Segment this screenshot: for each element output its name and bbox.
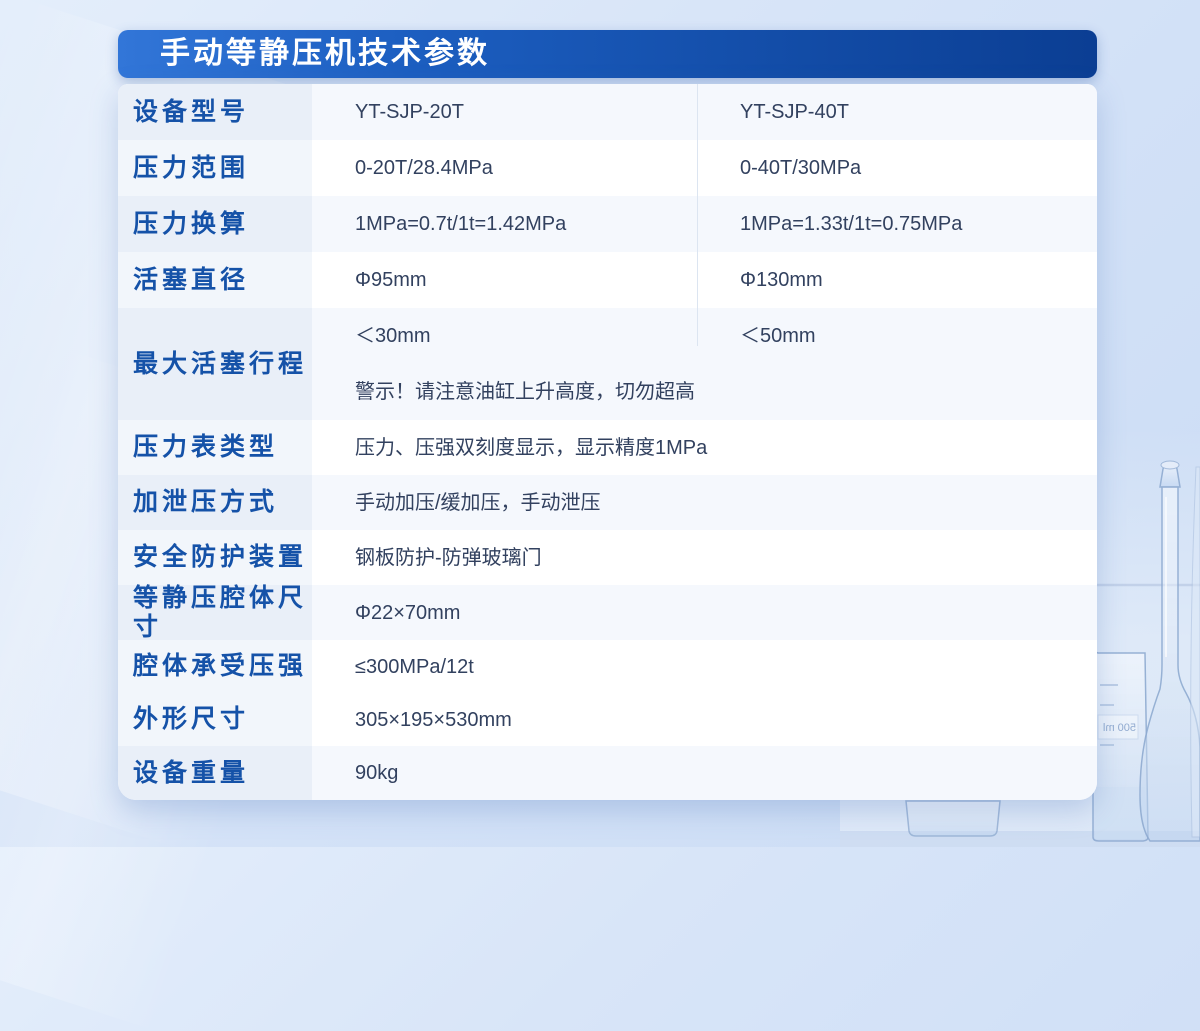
row-label-cell: 加泄压方式 <box>118 475 312 530</box>
warning-line: 警示！请注意油缸上升高度，切勿超高 <box>312 364 1097 420</box>
cell-value: 0-40T/30MPa <box>740 157 862 179</box>
value-cell: Φ22×70mm <box>312 585 1097 640</box>
glass-dish <box>905 800 1001 837</box>
value-cell: ＜30mm <box>312 308 697 364</box>
table-row-piston-stroke: 最大活塞行程 ＜30mm ＜50mm 警示！请注意油缸上升高度，切勿超高 <box>118 308 1097 420</box>
row-label: 加泄压方式 <box>133 488 279 517</box>
row-values: 0-20T/28.4MPa 0-40T/30MPa <box>312 140 1097 196</box>
stroke-values-line: ＜30mm ＜50mm <box>312 308 1097 364</box>
page-title: 手动等静压机技术参数 <box>160 37 490 70</box>
cell-value: 钢板防护-防弹玻璃门 <box>355 546 542 569</box>
row-label-cell: 压力范围 <box>118 140 312 196</box>
row-label-cell: 最大活塞行程 <box>118 308 312 420</box>
table-row: 活塞直径 Φ95mm Φ130mm <box>118 252 1097 308</box>
row-values: 钢板防护-防弹玻璃门 <box>312 530 1097 585</box>
photo-floor-reflection <box>840 831 1200 847</box>
row-label-cell: 等静压腔体尺寸 <box>118 583 312 641</box>
beaker-volume-label: 500 ml <box>1103 722 1136 734</box>
row-label: 压力范围 <box>133 153 250 182</box>
row-label: 活塞直径 <box>133 265 250 294</box>
row-label-cell: 外形尺寸 <box>118 693 312 746</box>
row-values: ≤300MPa/12t <box>312 640 1097 693</box>
row-values: YT-SJP-20T YT-SJP-40T <box>312 84 1097 140</box>
cell-value: 手动加压/缓加压，手动泄压 <box>355 491 601 514</box>
value-cell: Φ95mm <box>312 252 697 308</box>
table-row: 压力表类型 压力、压强双刻度显示，显示精度1MPa <box>118 420 1097 475</box>
row-label: 压力表类型 <box>133 433 279 462</box>
row-values: 压力、压强双刻度显示，显示精度1MPa <box>312 420 1097 475</box>
row-label: 安全防护装置 <box>133 543 308 572</box>
warning-cell: 警示！请注意油缸上升高度，切勿超高 <box>312 364 1097 420</box>
cell-value: ≤300MPa/12t <box>355 655 474 678</box>
table-row: 设备重量 90kg <box>118 746 1097 800</box>
value-cell: Φ130mm <box>697 252 1097 308</box>
row-label: 压力换算 <box>133 209 250 238</box>
row-label: 设备重量 <box>133 758 250 787</box>
value-cell-model-20t: YT-SJP-20T <box>312 84 697 140</box>
row-label: 等静压腔体尺寸 <box>133 583 308 641</box>
table-row: 外形尺寸 305×195×530mm <box>118 693 1097 746</box>
cell-value: 305×195×530mm <box>355 708 512 731</box>
row-label: 设备型号 <box>133 97 250 126</box>
row-values: ＜30mm ＜50mm 警示！请注意油缸上升高度，切勿超高 <box>312 308 1097 420</box>
row-label: 最大活塞行程 <box>133 349 308 378</box>
value-cell: ≤300MPa/12t <box>312 640 1097 693</box>
row-label-cell: 活塞直径 <box>118 252 312 308</box>
cell-value: 0-20T/28.4MPa <box>355 157 493 179</box>
row-values: 手动加压/缓加压，手动泄压 <box>312 475 1097 530</box>
glass-volumetric-flask <box>1139 460 1200 842</box>
cell-value: 90kg <box>355 762 399 784</box>
row-values: 90kg <box>312 746 1097 800</box>
value-cell: 1MPa=1.33t/1t=0.75MPa <box>697 196 1097 252</box>
warning-text: 警示！请注意油缸上升高度，切勿超高 <box>355 381 695 403</box>
cell-value: Φ95mm <box>355 269 427 291</box>
table-row: 设备型号 YT-SJP-20T YT-SJP-40T <box>118 84 1097 140</box>
value-cell: 钢板防护-防弹玻璃门 <box>312 530 1097 585</box>
cell-value: ＜30mm <box>355 325 431 347</box>
cell-value: 压力、压强双刻度显示，显示精度1MPa <box>355 436 708 459</box>
cell-value: 1MPa=1.33t/1t=0.75MPa <box>740 213 963 235</box>
glass-edge <box>1190 466 1200 838</box>
table-row: 压力换算 1MPa=0.7t/1t=1.42MPa 1MPa=1.33t/1t=… <box>118 196 1097 252</box>
table-row: 腔体承受压强 ≤300MPa/12t <box>118 640 1097 693</box>
value-cell: 1MPa=0.7t/1t=1.42MPa <box>312 196 697 252</box>
value-cell: ＜50mm <box>697 308 1097 364</box>
value-cell: 90kg <box>312 746 1097 800</box>
row-values: Φ95mm Φ130mm <box>312 252 1097 308</box>
value-cell: 压力、压强双刻度显示，显示精度1MPa <box>312 420 1097 475</box>
value-cell: 305×195×530mm <box>312 693 1097 746</box>
cell-value: ＜50mm <box>740 325 816 347</box>
table-row: 等静压腔体尺寸 Φ22×70mm <box>118 583 1097 641</box>
cell-value: YT-SJP-40T <box>740 101 849 123</box>
page: { "header": { "title": "手动等静压机技术参数" }, "… <box>0 0 1200 1031</box>
cell-value: Φ130mm <box>740 269 823 291</box>
value-cell: 0-40T/30MPa <box>697 140 1097 196</box>
row-label-cell: 压力表类型 <box>118 420 312 475</box>
row-values: Φ22×70mm <box>312 585 1097 640</box>
value-cell: 0-20T/28.4MPa <box>312 140 697 196</box>
row-values: 1MPa=0.7t/1t=1.42MPa 1MPa=1.33t/1t=0.75M… <box>312 196 1097 252</box>
cell-value: 1MPa=0.7t/1t=1.42MPa <box>355 213 567 235</box>
row-label-cell: 压力换算 <box>118 196 312 252</box>
value-cell: 手动加压/缓加压，手动泄压 <box>312 475 1097 530</box>
row-label: 外形尺寸 <box>133 705 250 734</box>
table-row: 压力范围 0-20T/28.4MPa 0-40T/30MPa <box>118 140 1097 196</box>
spec-table: 设备型号 YT-SJP-20T YT-SJP-40T 压力范围 0-20T/28… <box>118 84 1097 800</box>
title-bar: 手动等静压机技术参数 <box>118 30 1097 78</box>
row-label-cell: 安全防护装置 <box>118 530 312 585</box>
row-label-cell: 设备重量 <box>118 746 312 800</box>
table-row: 加泄压方式 手动加压/缓加压，手动泄压 <box>118 475 1097 530</box>
row-values: 305×195×530mm <box>312 693 1097 746</box>
value-cell-model-40t: YT-SJP-40T <box>697 84 1097 140</box>
row-label-cell: 设备型号 <box>118 84 312 140</box>
row-label-cell: 腔体承受压强 <box>118 640 312 693</box>
row-label: 腔体承受压强 <box>133 652 308 681</box>
cell-value: YT-SJP-20T <box>355 101 464 123</box>
table-row: 安全防护装置 钢板防护-防弹玻璃门 <box>118 530 1097 585</box>
cell-value: Φ22×70mm <box>355 601 461 624</box>
